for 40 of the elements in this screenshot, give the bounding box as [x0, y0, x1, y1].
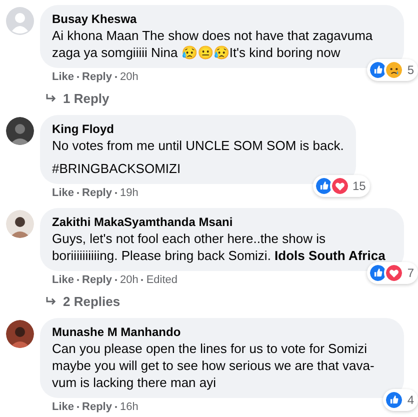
separator-dot-icon: [77, 76, 80, 78]
comment-meta: 20h: [120, 273, 138, 287]
author-name[interactable]: Munashe M Manhando: [52, 325, 392, 340]
comment-text: Guys, let's not fool each other here..the show is boriiiiiiiiiing. Please bring back Somizi. Idols South Africa: [52, 230, 386, 264]
separator-dot-icon: [141, 279, 144, 281]
like-link[interactable]: Like: [52, 70, 74, 84]
reply-link[interactable]: Reply: [82, 400, 112, 414]
reaction-badge[interactable]: 4: [383, 389, 418, 411]
author-name[interactable]: King Floyd: [52, 122, 344, 137]
reply-link[interactable]: Reply: [82, 70, 112, 84]
like-link[interactable]: Like: [52, 273, 74, 287]
separator-dot-icon: [114, 279, 117, 281]
reply-link[interactable]: Reply: [82, 273, 112, 287]
hashtag-link[interactable]: #BRINGBACKSOMIZI: [52, 160, 344, 177]
like-link[interactable]: Like: [52, 400, 74, 414]
reaction-badge[interactable]: 15: [312, 175, 370, 197]
reaction-badge[interactable]: 7: [367, 262, 418, 284]
reply-arrow-icon: [46, 94, 57, 103]
view-replies-button[interactable]: 1 Reply: [46, 90, 110, 107]
comment-text: Ai khona Maan The show does not have that zagavuma zaga ya somgiiiii Nina 😥😐😥It's kind boring now: [52, 27, 374, 61]
page-link[interactable]: Idols South Africa: [274, 248, 386, 263]
comment-meta: 16h: [120, 400, 138, 414]
reaction-badge[interactable]: 5: [367, 59, 418, 81]
comment-meta: 19h: [120, 186, 138, 200]
separator-dot-icon: [114, 76, 117, 78]
comment-meta: 20h: [120, 70, 138, 84]
reply-arrow-icon: [46, 297, 57, 306]
reply-link[interactable]: Reply: [82, 186, 112, 200]
comment-text: Can you please open the lines for us to vote for Somizi maybe you will get to see how serious we are that vava-vum is lacking there man ayi: [52, 340, 376, 391]
view-replies-button[interactable]: 2 Replies: [46, 293, 120, 310]
separator-dot-icon: [77, 279, 80, 281]
like-link[interactable]: Like: [52, 186, 74, 200]
comment-meta: Edited: [146, 273, 178, 287]
separator-dot-icon: [77, 406, 80, 408]
separator-dot-icon: [114, 192, 117, 194]
separator-dot-icon: [114, 406, 117, 408]
author-name[interactable]: Busay Kheswa: [52, 12, 392, 27]
separator-dot-icon: [77, 192, 80, 194]
author-name[interactable]: Zakithi MakaSyamthanda Msani: [52, 215, 392, 230]
comment-text: No votes from me until UNCLE SOM SOM is back.: [52, 137, 344, 154]
